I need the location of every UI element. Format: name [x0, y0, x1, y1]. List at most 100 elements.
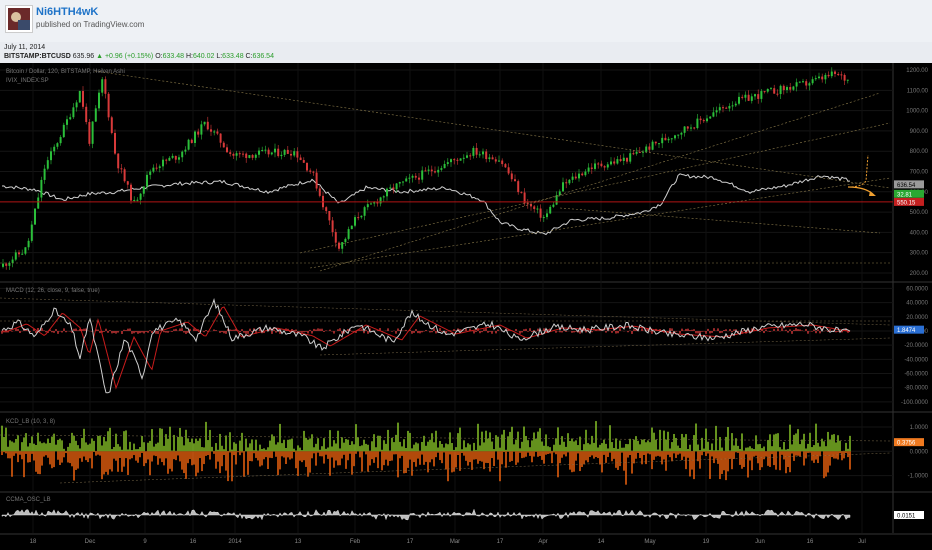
candle	[434, 171, 436, 173]
candle	[226, 147, 228, 153]
candle	[248, 155, 251, 158]
candle	[37, 197, 40, 209]
candle	[158, 166, 161, 168]
x-tick: Jul	[858, 539, 866, 545]
candle	[370, 203, 372, 205]
candle	[8, 262, 11, 266]
candle	[590, 167, 593, 169]
candle	[222, 142, 225, 148]
candle	[190, 139, 193, 143]
candle	[254, 154, 257, 158]
candle	[760, 91, 763, 99]
candle	[750, 96, 753, 101]
candle	[146, 174, 148, 187]
ccma-title: CCMA_OSC_LB	[6, 497, 51, 503]
price-label-secondary: 32.81	[897, 192, 913, 198]
publish-date: July 11, 2014	[4, 44, 46, 51]
candle	[27, 240, 30, 248]
price-tick: 800.00	[910, 149, 929, 155]
candle	[392, 187, 395, 190]
candle	[814, 78, 817, 80]
candle	[430, 169, 433, 172]
x-tick: Apr	[538, 539, 547, 545]
x-tick: Feb	[350, 539, 361, 545]
macd-tick: 60.0000	[906, 286, 928, 292]
candle	[418, 177, 420, 180]
candle	[731, 105, 734, 107]
candle	[187, 139, 190, 150]
candle	[805, 81, 808, 86]
candle	[59, 137, 62, 144]
price-label-last: 636.54	[897, 183, 916, 189]
x-tick: Jun	[755, 539, 765, 545]
candle	[341, 242, 344, 249]
candle	[334, 232, 337, 243]
macd-tick: -100.0000	[901, 400, 929, 406]
candle	[309, 170, 312, 172]
candle	[658, 143, 660, 145]
candle	[66, 119, 68, 125]
open-value: 633.48	[162, 53, 184, 60]
candle	[699, 118, 702, 121]
candle	[24, 247, 27, 254]
candle	[43, 168, 46, 180]
candle	[824, 74, 827, 80]
candle	[21, 253, 24, 255]
x-tick: 14	[598, 539, 605, 545]
macd-value-label: 1.8474	[897, 328, 916, 334]
candle	[216, 131, 219, 134]
candle	[328, 210, 331, 221]
candle	[741, 96, 744, 98]
candle	[133, 199, 136, 201]
kcd-tick: 0.0000	[910, 449, 929, 455]
candle	[459, 158, 462, 161]
candle	[293, 151, 296, 156]
candle	[718, 107, 721, 111]
candle	[210, 129, 212, 132]
candle	[770, 88, 772, 90]
candle	[744, 94, 747, 98]
candle	[312, 171, 315, 173]
candle	[622, 157, 625, 162]
candle	[270, 152, 273, 155]
candle	[472, 147, 475, 156]
candle	[306, 162, 308, 171]
candle	[552, 204, 555, 207]
candle	[94, 108, 97, 122]
price-tick: 300.00	[910, 251, 929, 257]
candle	[811, 79, 814, 84]
candle	[283, 149, 286, 155]
kcd-tick: -1.0000	[908, 474, 929, 480]
candle	[245, 153, 248, 158]
chart-area[interactable]: 1200.00 1100.00 1000.00 900.00 800.00 700.00 6…	[0, 63, 932, 550]
candle	[757, 94, 760, 99]
candle	[808, 83, 811, 86]
candle	[837, 73, 840, 75]
candle	[594, 163, 596, 169]
candle	[264, 149, 267, 151]
candle	[274, 148, 276, 153]
candle	[206, 121, 209, 130]
user-avatar-icon[interactable]	[6, 6, 32, 32]
candle	[795, 82, 798, 87]
candle	[200, 124, 203, 135]
author-link[interactable]: Ni6HTH4wK	[36, 6, 98, 18]
candle	[350, 225, 353, 230]
candle	[475, 147, 478, 155]
x-tick: May	[644, 539, 655, 545]
candle	[747, 94, 750, 101]
price-tick: 400.00	[910, 230, 929, 236]
candle	[638, 151, 641, 153]
candle	[18, 252, 20, 255]
macd-tick: 20.0000	[906, 315, 928, 321]
candle	[398, 182, 401, 184]
candle	[402, 181, 404, 183]
candle	[494, 159, 497, 162]
high-label: H:	[185, 53, 193, 60]
candle	[286, 149, 289, 154]
candle	[46, 160, 49, 169]
candle	[690, 127, 692, 129]
candle	[683, 126, 686, 133]
candle	[827, 74, 830, 77]
candle	[565, 182, 568, 184]
